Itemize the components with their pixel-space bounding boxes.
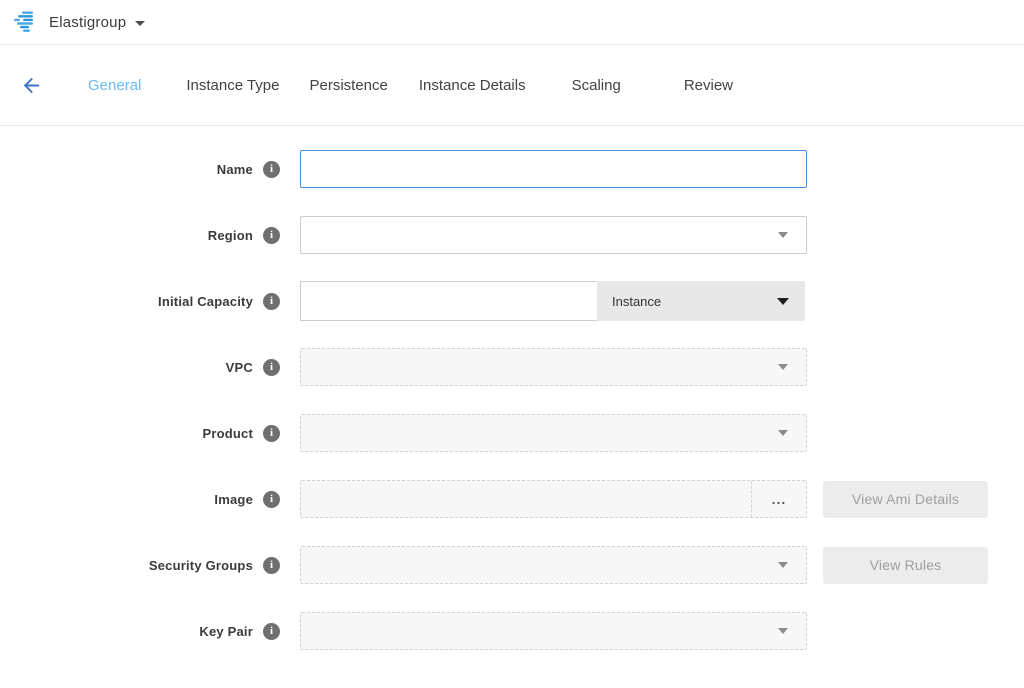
key-pair-select bbox=[300, 612, 807, 650]
security-groups-select bbox=[300, 546, 807, 584]
form-row-vpc: VPC i bbox=[0, 348, 1024, 386]
chevron-down-icon bbox=[777, 298, 789, 305]
initial-capacity-label: Initial Capacity bbox=[158, 294, 253, 309]
info-icon[interactable]: i bbox=[263, 425, 280, 442]
info-icon[interactable]: i bbox=[263, 293, 280, 310]
info-icon[interactable]: i bbox=[263, 161, 280, 178]
form-row-key-pair: Key Pair i bbox=[0, 612, 1024, 650]
info-icon[interactable]: i bbox=[263, 359, 280, 376]
product-select bbox=[300, 414, 807, 452]
tab-instance-details[interactable]: Instance Details bbox=[419, 77, 526, 94]
region-label: Region bbox=[208, 228, 253, 243]
tabs: General Instance Type Persistence Instan… bbox=[88, 77, 733, 94]
info-icon[interactable]: i bbox=[263, 491, 280, 508]
app-switcher-caret-icon[interactable] bbox=[135, 21, 145, 26]
vpc-select bbox=[300, 348, 807, 386]
wizard-tab-bar: General Instance Type Persistence Instan… bbox=[0, 45, 1024, 126]
info-icon[interactable]: i bbox=[263, 227, 280, 244]
capacity-unit-value: Instance bbox=[612, 294, 661, 309]
capacity-unit-select[interactable]: Instance bbox=[597, 281, 805, 321]
security-groups-label: Security Groups bbox=[149, 558, 253, 573]
name-label: Name bbox=[217, 162, 253, 177]
form-row-product: Product i bbox=[0, 414, 1024, 452]
tab-general[interactable]: General bbox=[88, 77, 141, 94]
app-title: Elastigroup bbox=[49, 14, 126, 31]
chevron-down-icon bbox=[778, 562, 788, 568]
tab-scaling[interactable]: Scaling bbox=[572, 77, 621, 94]
image-browse-button: ... bbox=[751, 481, 806, 517]
form-row-image: Image i ... View Ami Details bbox=[0, 480, 1024, 518]
name-input[interactable] bbox=[300, 150, 807, 188]
back-arrow-icon[interactable] bbox=[20, 73, 44, 97]
view-rules-button: View Rules bbox=[823, 547, 988, 584]
chevron-down-icon bbox=[778, 364, 788, 370]
general-settings-form: Name i Region i Initial Capacity i Insta… bbox=[0, 126, 1024, 650]
region-select[interactable] bbox=[300, 216, 807, 254]
form-row-region: Region i bbox=[0, 216, 1024, 254]
product-label: Product bbox=[202, 426, 253, 441]
form-row-initial-capacity: Initial Capacity i Instance bbox=[0, 282, 1024, 320]
elastigroup-logo-icon bbox=[14, 11, 40, 33]
key-pair-label: Key Pair bbox=[199, 624, 253, 639]
image-input-group: ... bbox=[300, 480, 807, 518]
chevron-down-icon bbox=[778, 628, 788, 634]
tab-instance-type[interactable]: Instance Type bbox=[186, 77, 279, 94]
image-label: Image bbox=[214, 492, 253, 507]
chevron-down-icon bbox=[778, 430, 788, 436]
initial-capacity-input[interactable] bbox=[300, 281, 597, 321]
chevron-down-icon bbox=[778, 232, 788, 238]
image-input bbox=[301, 481, 751, 517]
form-row-name: Name i bbox=[0, 150, 1024, 188]
tab-review[interactable]: Review bbox=[684, 77, 733, 94]
tab-persistence[interactable]: Persistence bbox=[310, 77, 388, 94]
vpc-label: VPC bbox=[226, 360, 253, 375]
form-row-security-groups: Security Groups i View Rules bbox=[0, 546, 1024, 584]
info-icon[interactable]: i bbox=[263, 557, 280, 574]
info-icon[interactable]: i bbox=[263, 623, 280, 640]
top-bar: Elastigroup bbox=[0, 0, 1024, 45]
view-ami-details-button: View Ami Details bbox=[823, 481, 988, 518]
